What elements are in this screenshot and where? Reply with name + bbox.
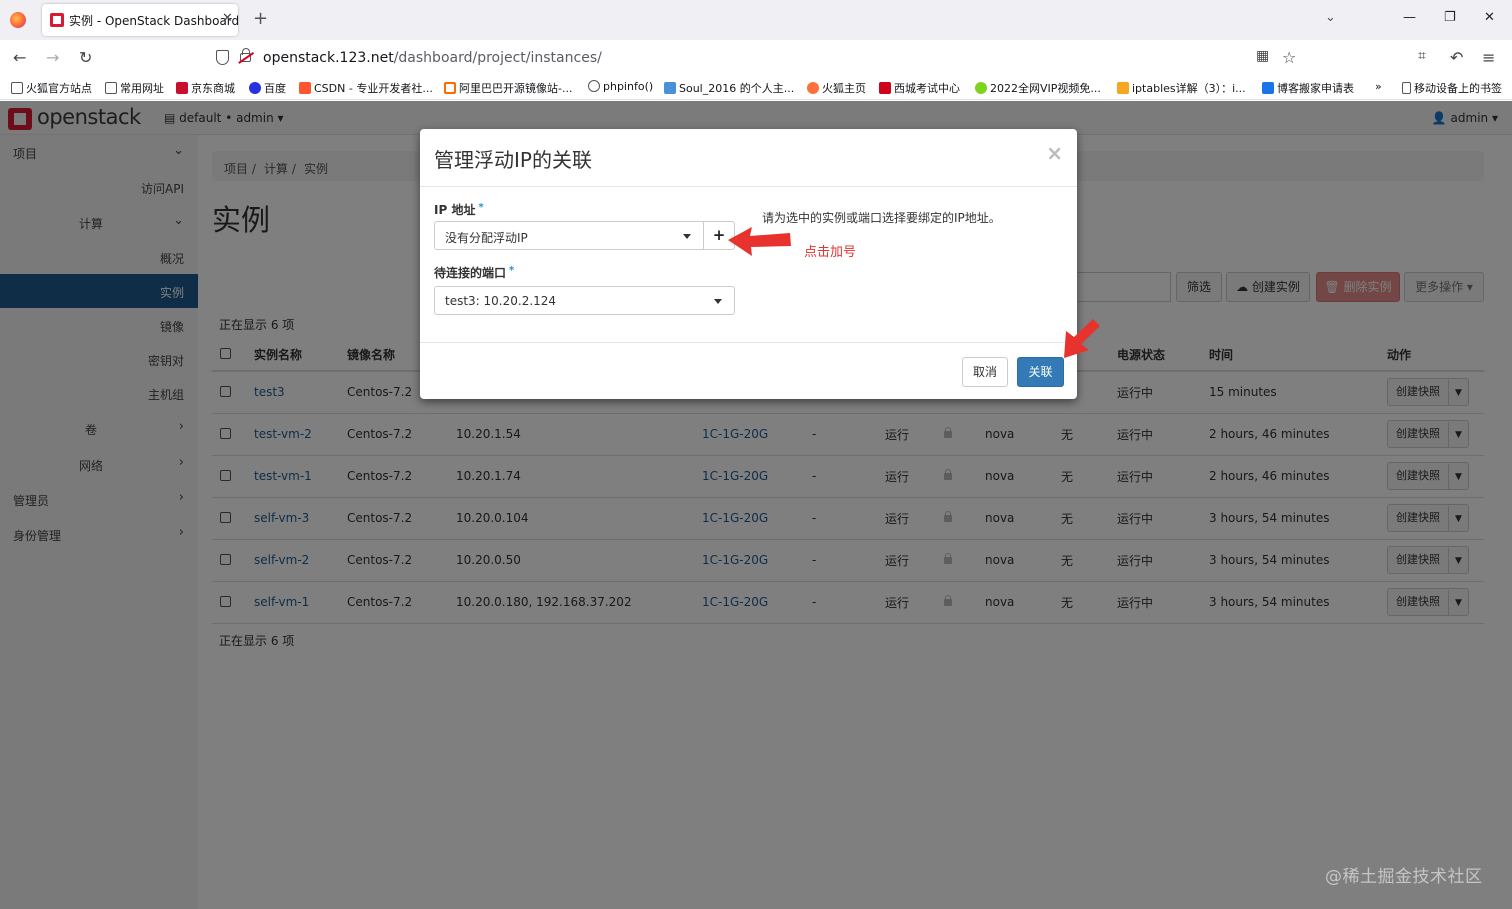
annotation-text: 点击加号 bbox=[804, 245, 857, 260]
annotation-arrows bbox=[728, 227, 1100, 358]
arrow-to-associate-icon bbox=[1064, 319, 1100, 358]
arrow-to-plus-icon bbox=[728, 227, 791, 256]
watermark: @稀土掘金技术社区 bbox=[1325, 867, 1483, 887]
